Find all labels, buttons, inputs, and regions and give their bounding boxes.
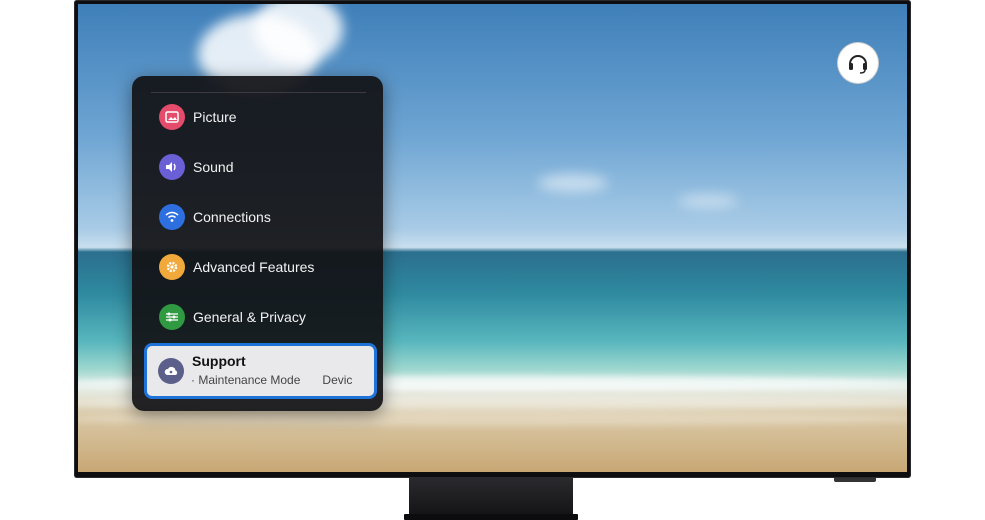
menu-item-label: Advanced Features [193,259,315,275]
headset-icon[interactable] [838,43,878,83]
sub-bullet: · [191,373,195,387]
support-title: Support [192,353,246,369]
cloud-support-icon [158,358,184,384]
sub-item-device[interactable]: Devic [322,373,352,387]
sub-item-maintenance-mode[interactable]: Maintenance Mode [198,373,300,387]
sound-icon [159,154,185,180]
menu-divider [151,92,366,93]
tv-stand-neck [409,478,573,516]
menu-item-general-privacy[interactable]: General & Privacy [159,303,306,331]
tv-stand-base [404,514,578,520]
menu-item-label: Sound [193,159,234,175]
gear-icon [159,254,185,280]
menu-item-picture[interactable]: Picture [159,103,237,131]
menu-item-sound[interactable]: Sound [159,153,233,181]
menu-item-label: General & Privacy [193,309,306,325]
tv-sensor-strip [834,478,876,482]
picture-icon [159,104,185,130]
support-subitems: · Maintenance Mode Devic [191,373,371,387]
sliders-icon [159,304,185,330]
menu-item-connections[interactable]: Connections [159,203,271,231]
menu-item-advanced-features[interactable]: Advanced Features [159,253,314,281]
menu-item-support-selected[interactable]: Support · Maintenance Mode Devic [144,343,377,399]
menu-item-label: Picture [193,109,237,125]
wifi-icon [159,204,185,230]
menu-item-label: Connections [193,209,271,225]
